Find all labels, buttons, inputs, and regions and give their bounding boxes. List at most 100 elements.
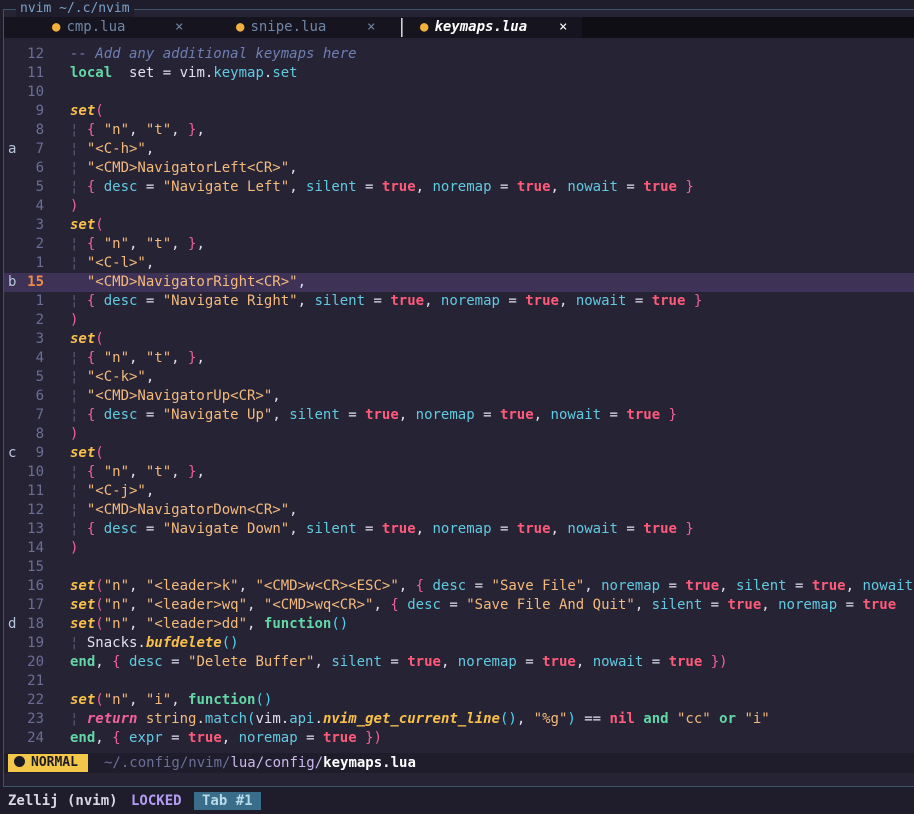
tab-cmp-lua[interactable]: ● cmp.lua × <box>52 17 183 38</box>
code-token: function <box>188 692 256 708</box>
code-token: = <box>643 654 669 670</box>
code-editor[interactable]: 12 -- Add any additional keymaps here 11 lo… <box>4 45 914 751</box>
code-line[interactable]: 2 ¦ { "n", "t", }, <box>4 235 914 254</box>
code-line[interactable]: 19 ¦ Snacks.bufdelete() <box>4 634 914 653</box>
code-token: "<leader>wq" <box>145 597 248 613</box>
code-line[interactable]: 24 end, { expr = true, noremap = true }) <box>4 729 914 748</box>
zellij-tab[interactable]: Tab #1 <box>194 792 261 810</box>
code-token: set <box>70 692 96 708</box>
code-line[interactable]: 13 ¦ { desc = "Navigate Down", silent = t… <box>4 520 914 539</box>
line-number: 3 <box>35 331 44 347</box>
code-token: ¦ <box>70 293 87 309</box>
code-line[interactable]: 23 ¦ return string.match(vim.api.nvim_get… <box>4 710 914 729</box>
lua-file-icon: ● <box>420 19 429 35</box>
code-token: ¦ <box>70 369 87 385</box>
line-number: 9 <box>35 445 44 461</box>
code-token: desc <box>120 654 163 670</box>
code-token: = <box>440 597 467 613</box>
code-line[interactable]: 15 <box>4 558 914 577</box>
mark-label: b <box>8 274 17 290</box>
code-token: = <box>617 521 644 537</box>
code-token: or <box>710 711 737 727</box>
code-token: true <box>626 407 661 423</box>
code-token: , <box>145 483 155 499</box>
code-token: = <box>499 293 526 309</box>
tab-close-icon[interactable]: × <box>367 17 375 38</box>
tab-close-icon[interactable]: × <box>559 17 567 38</box>
code-line[interactable]: 10 <box>4 83 914 102</box>
code-line[interactable]: 9 set( <box>4 102 914 121</box>
code-token: , <box>415 521 433 537</box>
code-token: true <box>525 293 559 309</box>
line-number: 4 <box>35 350 44 366</box>
code-token: , <box>238 578 256 594</box>
code-token: ¦ <box>70 236 87 252</box>
code-line[interactable]: 21 <box>4 672 914 691</box>
code-line[interactable]: 11 ¦ "<C-j>", <box>4 482 914 501</box>
code-token: "n" <box>95 236 130 252</box>
code-token: noremap <box>457 654 517 670</box>
code-line[interactable]: d 18 set("n", "<leader>dd", function() <box>4 615 914 634</box>
code-token: , <box>272 407 290 423</box>
code-line[interactable]: 5 ¦ "<C-k>", <box>4 368 914 387</box>
zellij-lock-status[interactable]: LOCKED <box>131 788 182 814</box>
tab-close-icon[interactable]: × <box>175 17 183 38</box>
code-line[interactable]: 1 ¦ "<C-l>", <box>4 254 914 273</box>
code-line[interactable]: 20 end, { desc = "Delete Buffer", silent … <box>4 653 914 672</box>
code-token: = <box>617 179 644 195</box>
code-text: "<CMD>NavigatorRight<CR>", <box>70 273 306 292</box>
code-line[interactable]: 16 set("n", "<leader>k", "<CMD>w<CR><ESC>… <box>4 577 914 596</box>
code-line[interactable]: 6 ¦ "<CMD>NavigatorLeft<CR>", <box>4 159 914 178</box>
code-token: true <box>407 654 441 670</box>
code-line[interactable]: b 15 "<CMD>NavigatorRight<CR>", <box>4 273 914 292</box>
code-text: -- Add any additional keymaps here <box>70 45 357 64</box>
line-number: 4 <box>35 198 44 214</box>
pane-title: nvim ~/.c/nvim <box>16 1 134 17</box>
code-token: , <box>516 711 534 727</box>
tabbar-fill <box>582 17 914 38</box>
code-line[interactable]: 4 ¦ { "n", "t", }, <box>4 349 914 368</box>
tab-snipe-lua[interactable]: ● snipe.lua × <box>236 17 375 38</box>
code-token: ¦ <box>70 464 87 480</box>
code-token: = <box>162 730 189 746</box>
code-line[interactable]: 10 ¦ { "n", "t", }, <box>4 463 914 482</box>
code-line[interactable]: a 7 ¦ "<C-h>", <box>4 140 914 159</box>
code-line[interactable]: 12 ¦ "<CMD>NavigatorDown<CR>", <box>4 501 914 520</box>
code-line[interactable]: c 9 set( <box>4 444 914 463</box>
code-line[interactable]: 17 set("n", "<leader>wq", "<CMD>wq<CR>", … <box>4 596 914 615</box>
code-token: Snacks. <box>86 635 146 651</box>
line-number: 15 <box>27 559 44 575</box>
tab-label: snipe.lua <box>250 19 327 35</box>
code-token: = <box>339 407 366 423</box>
code-text: ¦ "<C-k>", <box>70 368 154 387</box>
code-line[interactable]: 3 set( <box>4 330 914 349</box>
code-token: nowait <box>575 293 627 309</box>
code-text: ¦ "<CMD>NavigatorUp<CR>", <box>70 387 281 406</box>
code-token: "<CMD>NavigatorRight<CR>" <box>86 274 298 290</box>
code-line[interactable]: 8) <box>4 425 914 444</box>
code-token: expr <box>120 730 163 746</box>
code-token: "n" <box>95 464 130 480</box>
code-token: () <box>255 692 273 708</box>
code-line[interactable]: 14) <box>4 539 914 558</box>
code-line[interactable]: 2) <box>4 311 914 330</box>
code-line[interactable]: 12 -- Add any additional keymaps here <box>4 45 914 64</box>
line-number: 1 <box>35 293 44 309</box>
code-token: , <box>171 236 189 252</box>
tab-keymaps-lua[interactable]: ● keymaps.lua × <box>420 17 567 38</box>
code-token: "<CMD>NavigatorLeft<CR>" <box>86 160 290 176</box>
code-text: ¦ return string.match(vim.api.nvim_get_c… <box>70 710 770 729</box>
code-token: "n" <box>95 350 130 366</box>
code-line[interactable]: 4) <box>4 197 914 216</box>
code-line[interactable]: 11 local set = vim.keymap.set <box>4 64 914 83</box>
statusline: NORMAL ~/.config/nvim/lua/config/keymaps… <box>4 753 914 773</box>
code-line[interactable]: 8 ¦ { "n", "t", }, <box>4 121 914 140</box>
code-line[interactable]: 5 ¦ { desc = "Navigate Left", silent = tr… <box>4 178 914 197</box>
code-token: end <box>70 730 96 746</box>
code-line[interactable]: 1 ¦ { desc = "Navigate Right", silent = t… <box>4 292 914 311</box>
code-line[interactable]: 6 ¦ "<CMD>NavigatorUp<CR>", <box>4 387 914 406</box>
code-token: nowait <box>592 654 644 670</box>
code-line[interactable]: 7 ¦ { desc = "Navigate Up", silent = true… <box>4 406 914 425</box>
code-line[interactable]: 22 set("n", "i", function() <box>4 691 914 710</box>
code-line[interactable]: 3 set( <box>4 216 914 235</box>
